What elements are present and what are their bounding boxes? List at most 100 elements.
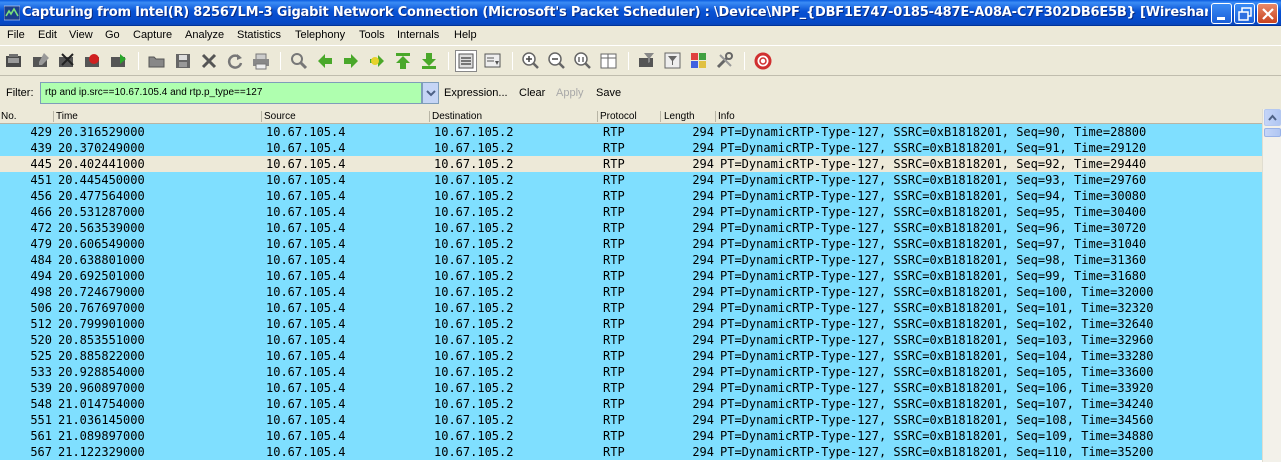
packet-length: 294 (692, 445, 714, 459)
start-capture-button[interactable] (56, 50, 78, 72)
scroll-up-button[interactable] (1264, 109, 1281, 126)
close-file-button[interactable] (198, 50, 220, 72)
packet-row[interactable]: 498 20.724679000 10.67.105.4 10.67.105.2 RTP… (0, 284, 1262, 300)
column-header-protocol[interactable]: Protocol (600, 111, 637, 122)
restore-button[interactable] (1234, 3, 1255, 24)
print-button[interactable] (250, 50, 272, 72)
filter-save-button[interactable]: Save (596, 87, 621, 99)
menu-go[interactable]: Go (105, 29, 120, 41)
filter-apply-button[interactable]: Apply (556, 87, 584, 99)
column-header-destination[interactable]: Destination (432, 111, 482, 122)
packet-row[interactable]: 456 20.477564000 10.67.105.4 10.67.105.2 RTP… (0, 188, 1262, 204)
column-divider[interactable] (429, 111, 430, 122)
column-header-time[interactable]: Time (56, 111, 78, 122)
normal-size-button[interactable] (572, 50, 594, 72)
menu-view[interactable]: View (69, 29, 93, 41)
column-divider[interactable] (261, 111, 262, 122)
column-header-info[interactable]: Info (718, 111, 735, 122)
menu-file[interactable]: File (7, 29, 25, 41)
restart-capture-button[interactable] (108, 50, 130, 72)
packet-destination: 10.67.105.2 (434, 141, 514, 155)
menu-capture[interactable]: Capture (133, 29, 172, 41)
minimize-button[interactable] (1211, 3, 1232, 24)
menu-analyze[interactable]: Analyze (185, 29, 224, 41)
column-divider[interactable] (597, 111, 598, 122)
packet-row[interactable]: 429 20.316529000 10.67.105.4 10.67.105.2 RTP… (0, 124, 1262, 140)
menu-internals[interactable]: Internals (397, 29, 439, 41)
packet-row[interactable]: 445 20.402441000 10.67.105.4 10.67.105.2 RTP… (0, 156, 1262, 172)
column-divider[interactable] (660, 111, 661, 122)
packet-protocol: RTP (603, 429, 625, 443)
column-divider[interactable] (715, 111, 716, 122)
go-forward-button[interactable] (340, 50, 362, 72)
menu-telephony[interactable]: Telephony (295, 29, 345, 41)
find-packet-button[interactable] (288, 50, 310, 72)
packet-row[interactable]: 484 20.638801000 10.67.105.4 10.67.105.2 RTP… (0, 252, 1262, 268)
help-button[interactable] (752, 50, 774, 72)
packet-row[interactable]: 451 20.445450000 10.67.105.4 10.67.105.2 RTP… (0, 172, 1262, 188)
packet-row[interactable]: 520 20.853551000 10.67.105.4 10.67.105.2 RTP… (0, 332, 1262, 348)
menu-help[interactable]: Help (454, 29, 477, 41)
coloring-rules-button[interactable] (688, 50, 710, 72)
packet-row[interactable]: 539 20.960897000 10.67.105.4 10.67.105.2 RTP… (0, 380, 1262, 396)
packet-row[interactable]: 548 21.014754000 10.67.105.4 10.67.105.2 RTP… (0, 396, 1262, 412)
column-header-no[interactable]: No. (1, 111, 17, 122)
save-file-button[interactable] (172, 50, 194, 72)
scroll-thumb[interactable] (1264, 128, 1281, 137)
packet-list[interactable]: No. Time Source Destination Protocol Len… (0, 109, 1281, 462)
vertical-scrollbar[interactable] (1262, 109, 1281, 462)
menu-tools[interactable]: Tools (359, 29, 385, 41)
go-to-packet-button[interactable] (366, 50, 388, 72)
close-button[interactable] (1257, 3, 1278, 24)
interface-list-button[interactable] (3, 50, 25, 72)
resize-columns-button[interactable] (598, 50, 620, 72)
column-header-source[interactable]: Source (264, 111, 296, 122)
capture-filters-button[interactable] (636, 50, 658, 72)
menu-edit[interactable]: Edit (38, 29, 57, 41)
packet-row[interactable]: 494 20.692501000 10.67.105.4 10.67.105.2 RTP… (0, 268, 1262, 284)
interface-list-icon (6, 54, 21, 67)
packet-row[interactable]: 472 20.563539000 10.67.105.4 10.67.105.2 RTP… (0, 220, 1262, 236)
filter-dropdown-button[interactable] (422, 82, 439, 104)
column-divider[interactable] (53, 111, 54, 122)
stop-capture-button[interactable] (82, 50, 104, 72)
packet-no: 533 (30, 365, 52, 379)
title-bar[interactable]: Capturing from Intel(R) 82567LM-3 Gigabi… (0, 0, 1281, 26)
packet-row[interactable]: 439 20.370249000 10.67.105.4 10.67.105.2 RTP… (0, 140, 1262, 156)
zoom-out-button[interactable] (546, 50, 568, 72)
toolbar-separator (744, 52, 745, 70)
open-file-button[interactable] (146, 50, 168, 72)
go-first-button[interactable] (392, 50, 414, 72)
display-filters-button[interactable] (662, 50, 684, 72)
go-forward-icon (344, 54, 358, 68)
menu-statistics[interactable]: Statistics (237, 29, 281, 41)
packet-row[interactable]: 525 20.885822000 10.67.105.4 10.67.105.2 RTP… (0, 348, 1262, 364)
auto-scroll-button[interactable] (482, 50, 504, 72)
packet-row[interactable]: 512 20.799901000 10.67.105.4 10.67.105.2 RTP… (0, 316, 1262, 332)
packet-length: 294 (692, 157, 714, 171)
capture-options-button[interactable] (30, 50, 52, 72)
preferences-button[interactable] (714, 50, 736, 72)
packet-row[interactable]: 479 20.606549000 10.67.105.4 10.67.105.2 RTP… (0, 236, 1262, 252)
packet-protocol: RTP (603, 269, 625, 283)
zoom-in-button[interactable] (520, 50, 542, 72)
packet-source: 10.67.105.4 (266, 413, 346, 427)
packet-row[interactable]: 506 20.767697000 10.67.105.4 10.67.105.2 RTP… (0, 300, 1262, 316)
reload-button[interactable] (224, 50, 246, 72)
display-filter-input[interactable]: rtp and ip.src==10.67.105.4 and rtp.p_ty… (40, 82, 422, 104)
packet-row[interactable]: 561 21.089897000 10.67.105.4 10.67.105.2 RTP… (0, 428, 1262, 444)
packet-row[interactable]: 533 20.928854000 10.67.105.4 10.67.105.2 RTP… (0, 364, 1262, 380)
go-last-button[interactable] (418, 50, 440, 72)
packet-row[interactable]: 567 21.122329000 10.67.105.4 10.67.105.2 RTP… (0, 444, 1262, 460)
column-header-length[interactable]: Length (664, 111, 695, 122)
go-back-button[interactable] (314, 50, 336, 72)
filter-clear-button[interactable]: Clear (519, 87, 545, 99)
filter-expression-button[interactable]: Expression... (444, 87, 508, 99)
packet-row[interactable]: 551 21.036145000 10.67.105.4 10.67.105.2 RTP… (0, 412, 1262, 428)
minimize-icon (1217, 17, 1225, 20)
packet-row[interactable]: 466 20.531287000 10.67.105.4 10.67.105.2 RTP… (0, 204, 1262, 220)
packet-info: PT=DynamicRTP-Type-127, SSRC=0xB1818201,… (720, 189, 1147, 203)
colorize-button[interactable] (455, 50, 477, 72)
wireshark-app-icon[interactable] (4, 5, 20, 21)
toolbar-separator (280, 52, 281, 70)
